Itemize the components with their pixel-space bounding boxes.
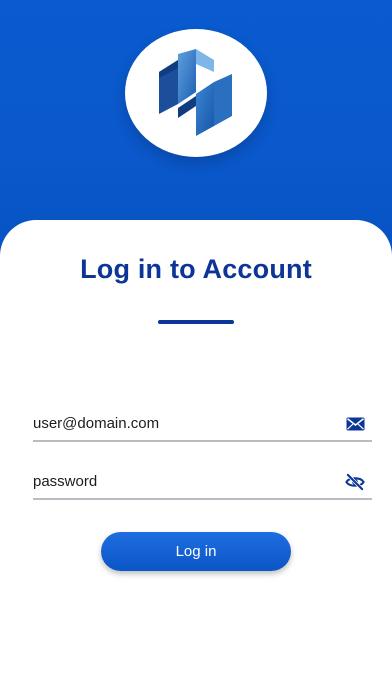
app-logo-icon (159, 49, 232, 136)
login-button[interactable]: Log in (101, 532, 291, 571)
envelope-icon (345, 415, 365, 433)
password-field (33, 466, 372, 500)
app-logo (125, 29, 267, 157)
page-title: Log in to Account (80, 254, 312, 284)
login-card (0, 220, 392, 696)
email-input[interactable] (33, 408, 333, 438)
title-underline (158, 320, 234, 324)
eye-slash-icon[interactable] (345, 473, 365, 491)
email-field (33, 408, 372, 442)
password-input[interactable] (33, 466, 333, 496)
